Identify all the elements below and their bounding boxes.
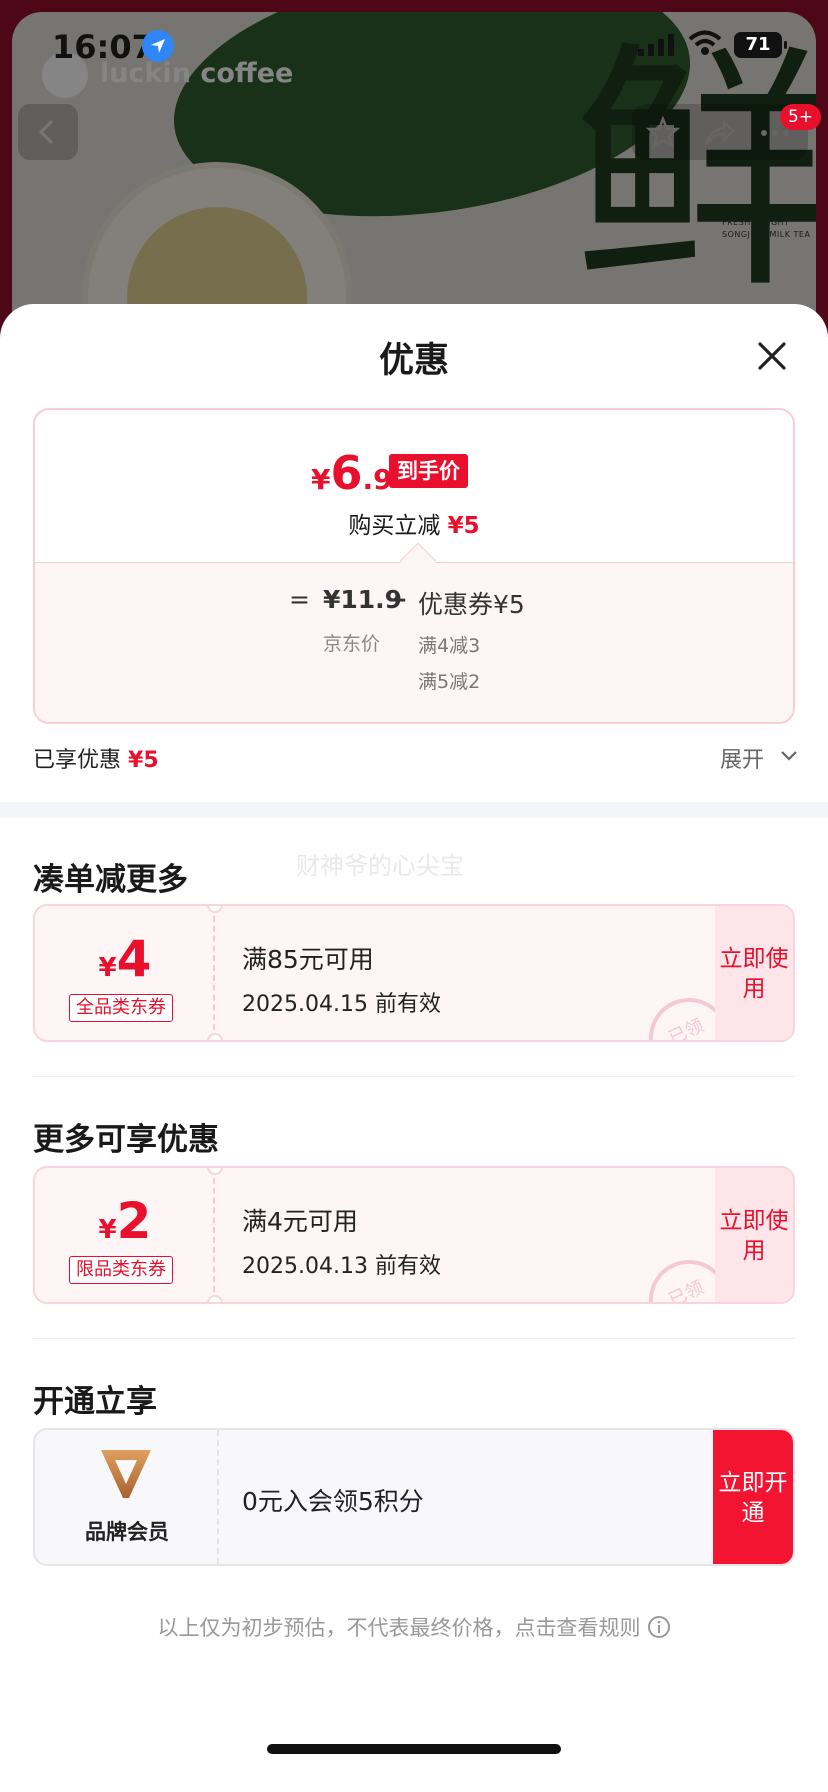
home-indicator[interactable] bbox=[267, 1744, 561, 1754]
chevron-left-icon bbox=[38, 119, 54, 145]
coupon-type-badge: 限品类东券 bbox=[69, 1256, 173, 1284]
coupon-amount: ¥4 bbox=[98, 930, 152, 988]
equals-sign: = bbox=[289, 585, 310, 614]
use-now-button[interactable]: 立即使用 bbox=[715, 1168, 793, 1302]
coupon-amount: ¥2 bbox=[98, 1192, 152, 1250]
final-price-area: ¥6.9 到手价 购买立减 ¥5 bbox=[35, 410, 793, 562]
divider bbox=[33, 1338, 795, 1339]
membership-offer: 0元入会领5积分 bbox=[242, 1487, 424, 1516]
use-now-button[interactable]: 立即使用 bbox=[715, 906, 793, 1040]
membership-card: 品牌会员 0元入会领5积分 立即开通 bbox=[33, 1428, 795, 1566]
share-icon[interactable] bbox=[702, 116, 736, 150]
divider bbox=[33, 1076, 795, 1077]
brand-member-v-icon bbox=[101, 1450, 151, 1498]
message-count-badge: 5+ bbox=[780, 104, 822, 130]
info-icon[interactable] bbox=[647, 1615, 671, 1639]
discount-sheet: 优惠 ¥6.9 到手价 购买立减 ¥5 = ¥11.9 − 优惠券¥5 京东价 … bbox=[0, 304, 828, 1792]
coupon-total: 优惠券¥5 bbox=[418, 590, 525, 619]
coupon-card: ¥4 全品类东券 满85元可用 2025.04.15 前有效 已领 立即使用 bbox=[33, 904, 795, 1042]
coupon-condition: 满4元可用 bbox=[242, 1207, 358, 1236]
membership-brand-area: 品牌会员 bbox=[35, 1430, 219, 1564]
footer-disclaimer[interactable]: 以上仅为初步预估，不代表最终价格，点击查看规则 bbox=[0, 1612, 828, 1642]
coupon-condition: 满85元可用 bbox=[242, 945, 374, 974]
section-title-combine: 凑单减更多 bbox=[33, 862, 188, 898]
price-breakdown: = ¥11.9 − 优惠券¥5 京东价 满4减3 满5减2 bbox=[35, 562, 793, 722]
star-icon[interactable] bbox=[646, 116, 680, 150]
ticket-notch bbox=[207, 1295, 223, 1302]
membership-name: 品牌会员 bbox=[85, 1520, 169, 1544]
price-summary-card: ¥6.9 到手价 购买立减 ¥5 = ¥11.9 − 优惠券¥5 京东价 满4减… bbox=[33, 408, 795, 724]
coupon-rule-1: 满4减3 bbox=[418, 635, 481, 657]
expand-toggle[interactable]: 展开 bbox=[720, 742, 797, 774]
battery-indicator: 71 bbox=[734, 32, 787, 58]
cellular-signal-icon bbox=[638, 34, 674, 56]
status-bar: 16:07 71 bbox=[0, 0, 828, 90]
sheet-title: 优惠 bbox=[378, 341, 449, 381]
join-now-button[interactable]: 立即开通 bbox=[713, 1430, 793, 1564]
coupon-type-badge: 全品类东券 bbox=[69, 994, 173, 1022]
coupon-validity: 2025.04.13 前有效 bbox=[242, 1254, 441, 1279]
final-price-tag: 到手价 bbox=[389, 454, 468, 488]
back-button[interactable] bbox=[18, 104, 78, 160]
coupon-value-area: ¥2 限品类东券 bbox=[35, 1168, 215, 1302]
coupon-card: ¥2 限品类东券 满4元可用 2025.04.13 前有效 已领 立即使用 bbox=[33, 1166, 795, 1304]
coupon-validity: 2025.04.15 前有效 bbox=[242, 992, 441, 1017]
jd-price-label: 京东价 bbox=[323, 633, 381, 655]
final-price: ¥6.9 bbox=[311, 446, 393, 500]
coupon-value-area: ¥4 全品类东券 bbox=[35, 906, 215, 1040]
wifi-icon bbox=[688, 30, 722, 55]
close-icon[interactable] bbox=[752, 336, 792, 376]
enjoyed-discount: 已享优惠 ¥5 bbox=[33, 748, 159, 773]
section-gap bbox=[0, 802, 828, 818]
instant-reduction: 购买立减 ¥5 bbox=[348, 513, 480, 539]
watermark-text: 财神爷的心尖宝 bbox=[296, 852, 464, 880]
minus-sign: − bbox=[387, 585, 408, 614]
section-title-membership: 开通立享 bbox=[33, 1384, 157, 1420]
status-time: 16:07 bbox=[52, 28, 154, 66]
ticket-notch bbox=[207, 1033, 223, 1040]
chevron-down-icon bbox=[781, 751, 797, 761]
section-title-more: 更多可享优惠 bbox=[33, 1122, 219, 1158]
coupon-rule-2: 满5减2 bbox=[418, 671, 481, 693]
location-arrow-icon bbox=[142, 30, 174, 62]
